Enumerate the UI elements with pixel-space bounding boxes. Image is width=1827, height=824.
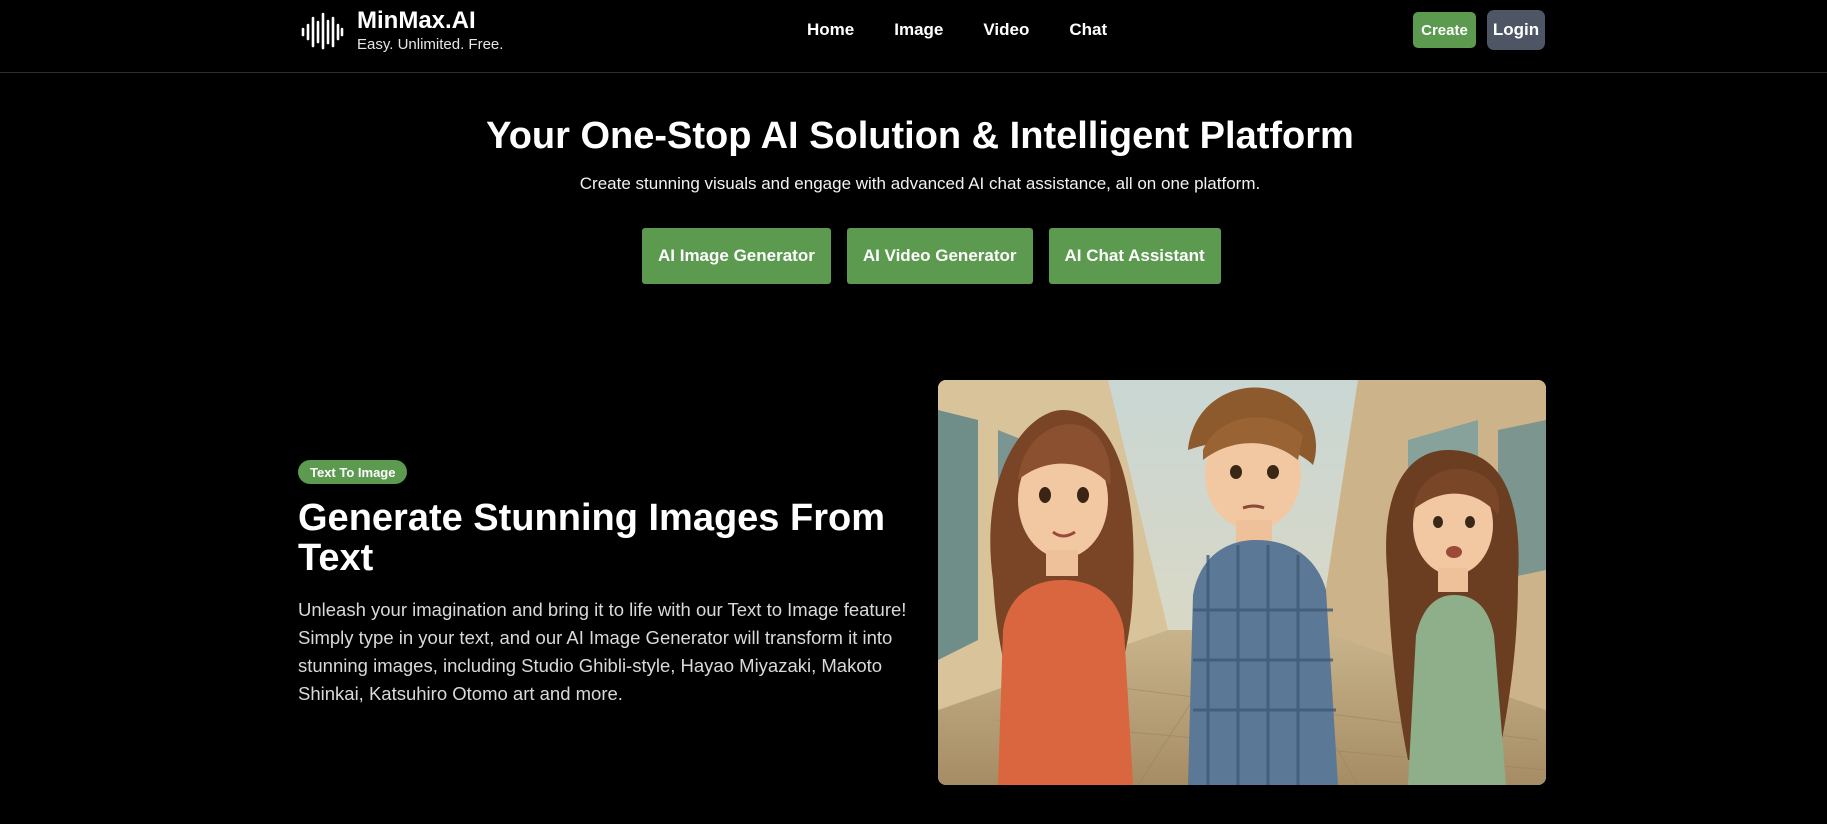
main-nav: Home Image Video Chat [807, 19, 1107, 41]
ai-chat-assistant-button[interactable]: AI Chat Assistant [1048, 228, 1221, 284]
brand-name: MinMax.AI [357, 7, 476, 34]
hero-title: Your One-Stop AI Solution & Intelligent … [486, 115, 1354, 157]
create-button[interactable]: Create [1413, 12, 1476, 48]
brand[interactable]: MinMax.AI Easy. Unlimited. Free. [300, 8, 503, 54]
feature-illustration [938, 380, 1546, 785]
ai-image-generator-button[interactable]: AI Image Generator [642, 228, 831, 284]
ai-video-generator-button[interactable]: AI Video Generator [846, 228, 1033, 284]
nav-item-image[interactable]: Image [894, 19, 943, 41]
login-button[interactable]: Login [1487, 10, 1545, 50]
nav-item-home[interactable]: Home [807, 19, 854, 41]
nav-item-video[interactable]: Video [983, 19, 1029, 41]
nav-item-chat[interactable]: Chat [1069, 19, 1107, 41]
hero-subtitle: Create stunning visuals and engage with … [579, 174, 1261, 193]
feature-description: Unleash your imagination and bring it to… [298, 599, 907, 704]
feature-badge: Text To Image [298, 460, 408, 484]
feature-title: Generate Stunning Images From Text [298, 497, 885, 579]
brand-tagline: Easy. Unlimited. Free. [357, 36, 504, 53]
hero-buttons: AI Image Generator AI Video Generator AI… [642, 228, 1221, 284]
site-header: MinMax.AI Easy. Unlimited. Free. Home Im… [0, 0, 1827, 73]
soundwave-icon [300, 9, 344, 53]
